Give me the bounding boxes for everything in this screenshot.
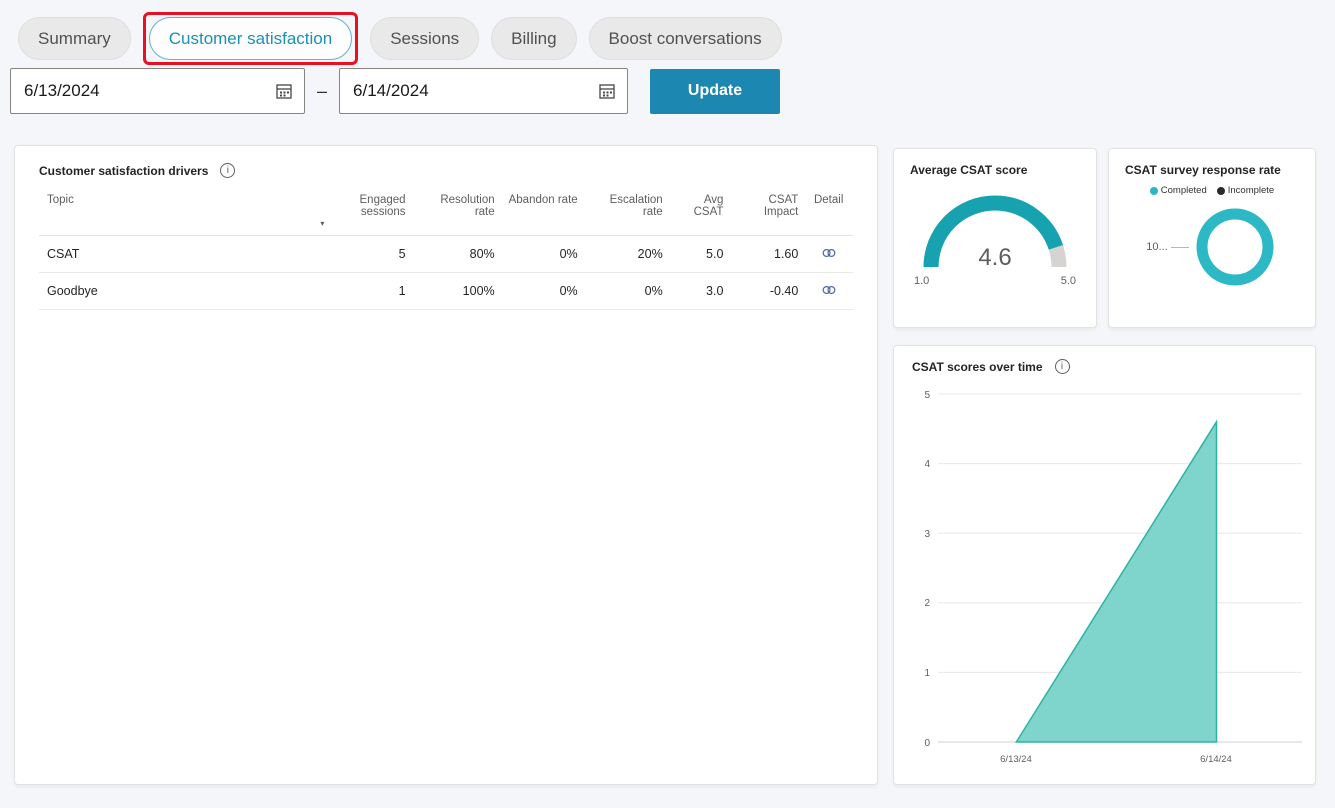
cell-engaged: 5 <box>314 236 411 273</box>
cell-avg-csat: 3.0 <box>669 273 730 310</box>
info-icon[interactable] <box>220 163 235 178</box>
drivers-table: Topic Engaged sessions Resolution rate A… <box>39 188 853 310</box>
drivers-title: Customer satisfaction drivers <box>39 164 208 178</box>
cell-impact: -0.40 <box>729 273 804 310</box>
completed-dot-icon <box>1150 187 1158 195</box>
cell-impact: 1.60 <box>729 236 804 273</box>
legend-item-incomplete[interactable]: Incomplete <box>1217 185 1274 196</box>
y-tick: 5 <box>924 390 930 401</box>
col-engaged-sessions-label: Engaged sessions <box>360 194 406 218</box>
tab-customer-satisfaction[interactable]: Customer satisfaction <box>149 17 352 60</box>
incomplete-dot-icon <box>1217 187 1225 195</box>
drivers-card: Customer satisfaction drivers Topic Enga… <box>14 145 878 785</box>
y-tick: 1 <box>924 668 930 679</box>
date-toolbar: – Update <box>10 68 780 114</box>
average-csat-card: Average CSAT score 4.6 1.0 5.0 <box>893 148 1097 328</box>
y-tick: 2 <box>924 598 930 609</box>
calendar-icon[interactable] <box>595 79 619 103</box>
cell-escalation: 0% <box>584 273 669 310</box>
tab-sessions[interactable]: Sessions <box>370 17 479 60</box>
y-tick: 0 <box>924 738 930 749</box>
detail-link-icon[interactable] <box>821 282 837 298</box>
gauge-max-label: 5.0 <box>1061 275 1076 287</box>
cell-abandon: 0% <box>501 236 584 273</box>
start-date-input[interactable] <box>11 69 304 113</box>
end-date-field <box>339 68 628 114</box>
legend-label: Completed <box>1161 185 1207 196</box>
gauge-min-label: 1.0 <box>914 275 929 287</box>
csat-area <box>1016 422 1216 742</box>
cell-escalation: 20% <box>584 236 669 273</box>
end-date-input[interactable] <box>340 69 627 113</box>
tab-boost-conversations[interactable]: Boost conversations <box>589 17 782 60</box>
cell-avg-csat: 5.0 <box>669 236 730 273</box>
callout-connector-line <box>1171 247 1189 248</box>
cell-engaged: 1 <box>314 273 411 310</box>
x-tick: 6/13/24 <box>1000 754 1032 765</box>
donut-legend: Completed Incomplete <box>1109 185 1315 196</box>
update-button[interactable]: Update <box>650 69 780 114</box>
start-date-field <box>10 68 305 114</box>
y-tick: 4 <box>924 459 930 470</box>
detail-link-icon[interactable] <box>821 245 837 261</box>
legend-item-completed[interactable]: Completed <box>1150 185 1207 196</box>
analytics-page: Summary Customer satisfaction Sessions B… <box>0 0 1335 808</box>
gauge-value: 4.6 <box>978 244 1011 271</box>
col-avg-csat[interactable]: Avg CSAT <box>669 188 730 236</box>
cell-topic: Goodbye <box>39 273 314 310</box>
cell-resolution: 80% <box>412 236 501 273</box>
table-header-row: Topic Engaged sessions Resolution rate A… <box>39 188 853 236</box>
legend-label: Incomplete <box>1228 185 1274 196</box>
donut-callout-label: 10... <box>1146 241 1167 253</box>
col-resolution-rate[interactable]: Resolution rate <box>412 188 501 236</box>
x-tick: 6/14/24 <box>1200 754 1232 765</box>
cell-resolution: 100% <box>412 273 501 310</box>
col-detail: Detail <box>804 188 853 236</box>
donut-title: CSAT survey response rate <box>1109 149 1315 177</box>
calendar-icon[interactable] <box>272 79 296 103</box>
col-topic[interactable]: Topic <box>39 188 314 236</box>
csat-gauge-chart: 4.6 <box>911 183 1079 277</box>
date-range-separator: – <box>317 81 327 102</box>
y-tick: 3 <box>924 529 930 540</box>
table-row: Goodbye 1 100% 0% 0% 3.0 -0.40 <box>39 273 853 310</box>
tabs-row: Summary Customer satisfaction Sessions B… <box>18 12 782 65</box>
csat-over-time-chart: 5 4 3 2 1 0 6/13/24 6/14/24 <box>904 382 1304 774</box>
gauge-title: Average CSAT score <box>894 149 1096 177</box>
col-abandon-rate[interactable]: Abandon rate <box>501 188 584 236</box>
donut-completed-ring <box>1202 214 1268 280</box>
sort-descending-icon <box>320 221 405 227</box>
table-row: CSAT 5 80% 0% 20% 5.0 1.60 <box>39 236 853 273</box>
response-rate-card: CSAT survey response rate Completed Inco… <box>1108 148 1316 328</box>
tab-summary[interactable]: Summary <box>18 17 131 60</box>
col-csat-impact[interactable]: CSAT Impact <box>729 188 804 236</box>
cell-topic: CSAT <box>39 236 314 273</box>
col-engaged-sessions[interactable]: Engaged sessions <box>314 188 411 236</box>
tab-billing[interactable]: Billing <box>491 17 576 60</box>
col-escalation-rate[interactable]: Escalation rate <box>584 188 669 236</box>
cell-abandon: 0% <box>501 273 584 310</box>
annotation-highlight: Customer satisfaction <box>143 12 358 65</box>
line-chart-title: CSAT scores over time <box>912 360 1043 374</box>
response-rate-donut-chart <box>1192 204 1278 290</box>
scores-over-time-card: CSAT scores over time 5 4 3 2 1 0 6/13/2… <box>893 345 1316 785</box>
info-icon[interactable] <box>1055 359 1070 374</box>
